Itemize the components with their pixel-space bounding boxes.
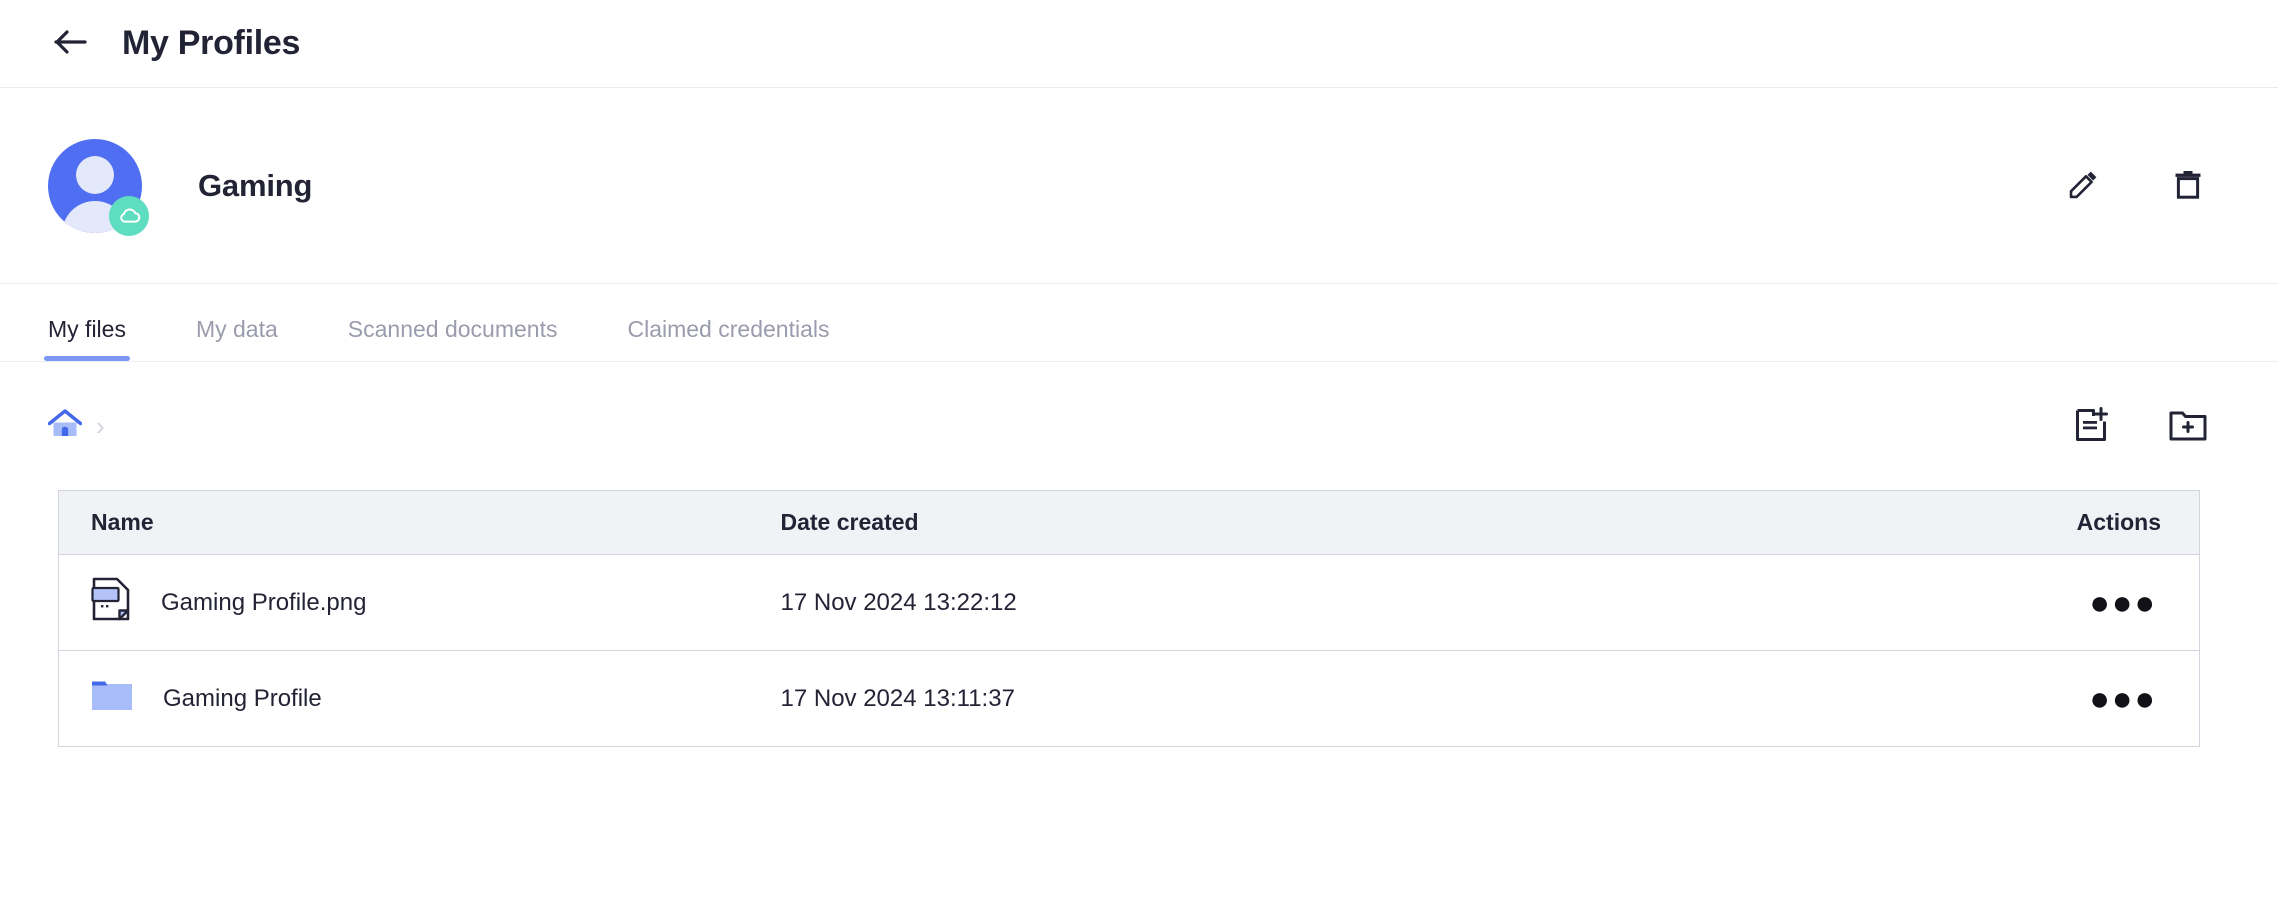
tab-my-data[interactable]: My data <box>196 316 278 361</box>
home-icon <box>47 408 83 444</box>
table-head: Name Date created Actions <box>58 490 2200 555</box>
image-file-icon <box>91 577 131 628</box>
pencil-icon <box>2068 168 2100 203</box>
files-table-container: Name Date created Actions Gaming Profile… <box>0 490 2278 747</box>
file-name-cell: Gaming Profile.png <box>58 554 749 651</box>
page-title: My Profiles <box>122 24 301 62</box>
files-table: Name Date created Actions Gaming Profile… <box>58 490 2200 747</box>
breadcrumb-separator: › <box>96 411 105 441</box>
cloud-icon <box>109 195 149 236</box>
edit-profile-button[interactable] <box>2062 164 2106 208</box>
folder-icon <box>91 678 133 719</box>
arrow-left-icon <box>54 28 88 59</box>
profile-action-buttons <box>2062 164 2210 208</box>
avatar-head <box>76 155 114 194</box>
table-row[interactable]: Gaming Profile 17 Nov 2024 13:11:37 ●●● <box>59 651 2200 747</box>
row-menu-button[interactable]: ●●● <box>2085 676 2161 722</box>
column-header-actions: Actions <box>1474 490 2200 555</box>
tab-claimed-credentials[interactable]: Claimed credentials <box>627 316 829 361</box>
trash-icon <box>2172 168 2204 203</box>
profile-summary: Gaming <box>0 88 2278 284</box>
delete-profile-button[interactable] <box>2166 164 2210 208</box>
table-header-row: Name Date created Actions <box>58 490 2200 555</box>
profile-name: Gaming <box>198 167 313 203</box>
avatar <box>48 138 149 236</box>
add-file-button[interactable] <box>2070 404 2114 448</box>
column-header-name: Name <box>58 490 749 555</box>
top-header: My Profiles <box>0 0 2278 88</box>
add-folder-button[interactable] <box>2166 404 2210 448</box>
breadcrumb: › <box>47 408 105 444</box>
toolbar-actions <box>2070 404 2210 448</box>
table-body: Gaming Profile.png 17 Nov 2024 13:22:12 … <box>58 554 2200 747</box>
files-toolbar: › <box>0 362 2278 490</box>
profile-tabs: My files My data Scanned documents Claim… <box>0 284 2278 362</box>
add-file-icon <box>2074 406 2110 446</box>
file-name-label: Gaming Profile.png <box>161 588 367 616</box>
back-button[interactable] <box>48 21 94 67</box>
breadcrumb-home-button[interactable] <box>47 408 83 444</box>
tab-my-files[interactable]: My files <box>44 316 130 361</box>
file-actions-cell: ●●● <box>1474 554 2200 651</box>
file-date-cell: 17 Nov 2024 13:11:37 <box>780 684 1015 712</box>
tab-scanned-documents[interactable]: Scanned documents <box>348 316 558 361</box>
column-header-date-created: Date created <box>748 490 1474 555</box>
file-date-cell: 17 Nov 2024 13:22:12 <box>748 554 1474 651</box>
file-name-cell: Gaming Profile <box>59 651 749 747</box>
add-folder-icon <box>2169 409 2207 444</box>
file-actions-cell: ●●● <box>1474 651 2200 747</box>
row-menu-button[interactable]: ●●● <box>2085 580 2161 626</box>
table-row[interactable]: Gaming Profile.png 17 Nov 2024 13:22:12 … <box>58 554 2200 651</box>
file-name-label: Gaming Profile <box>163 684 322 712</box>
